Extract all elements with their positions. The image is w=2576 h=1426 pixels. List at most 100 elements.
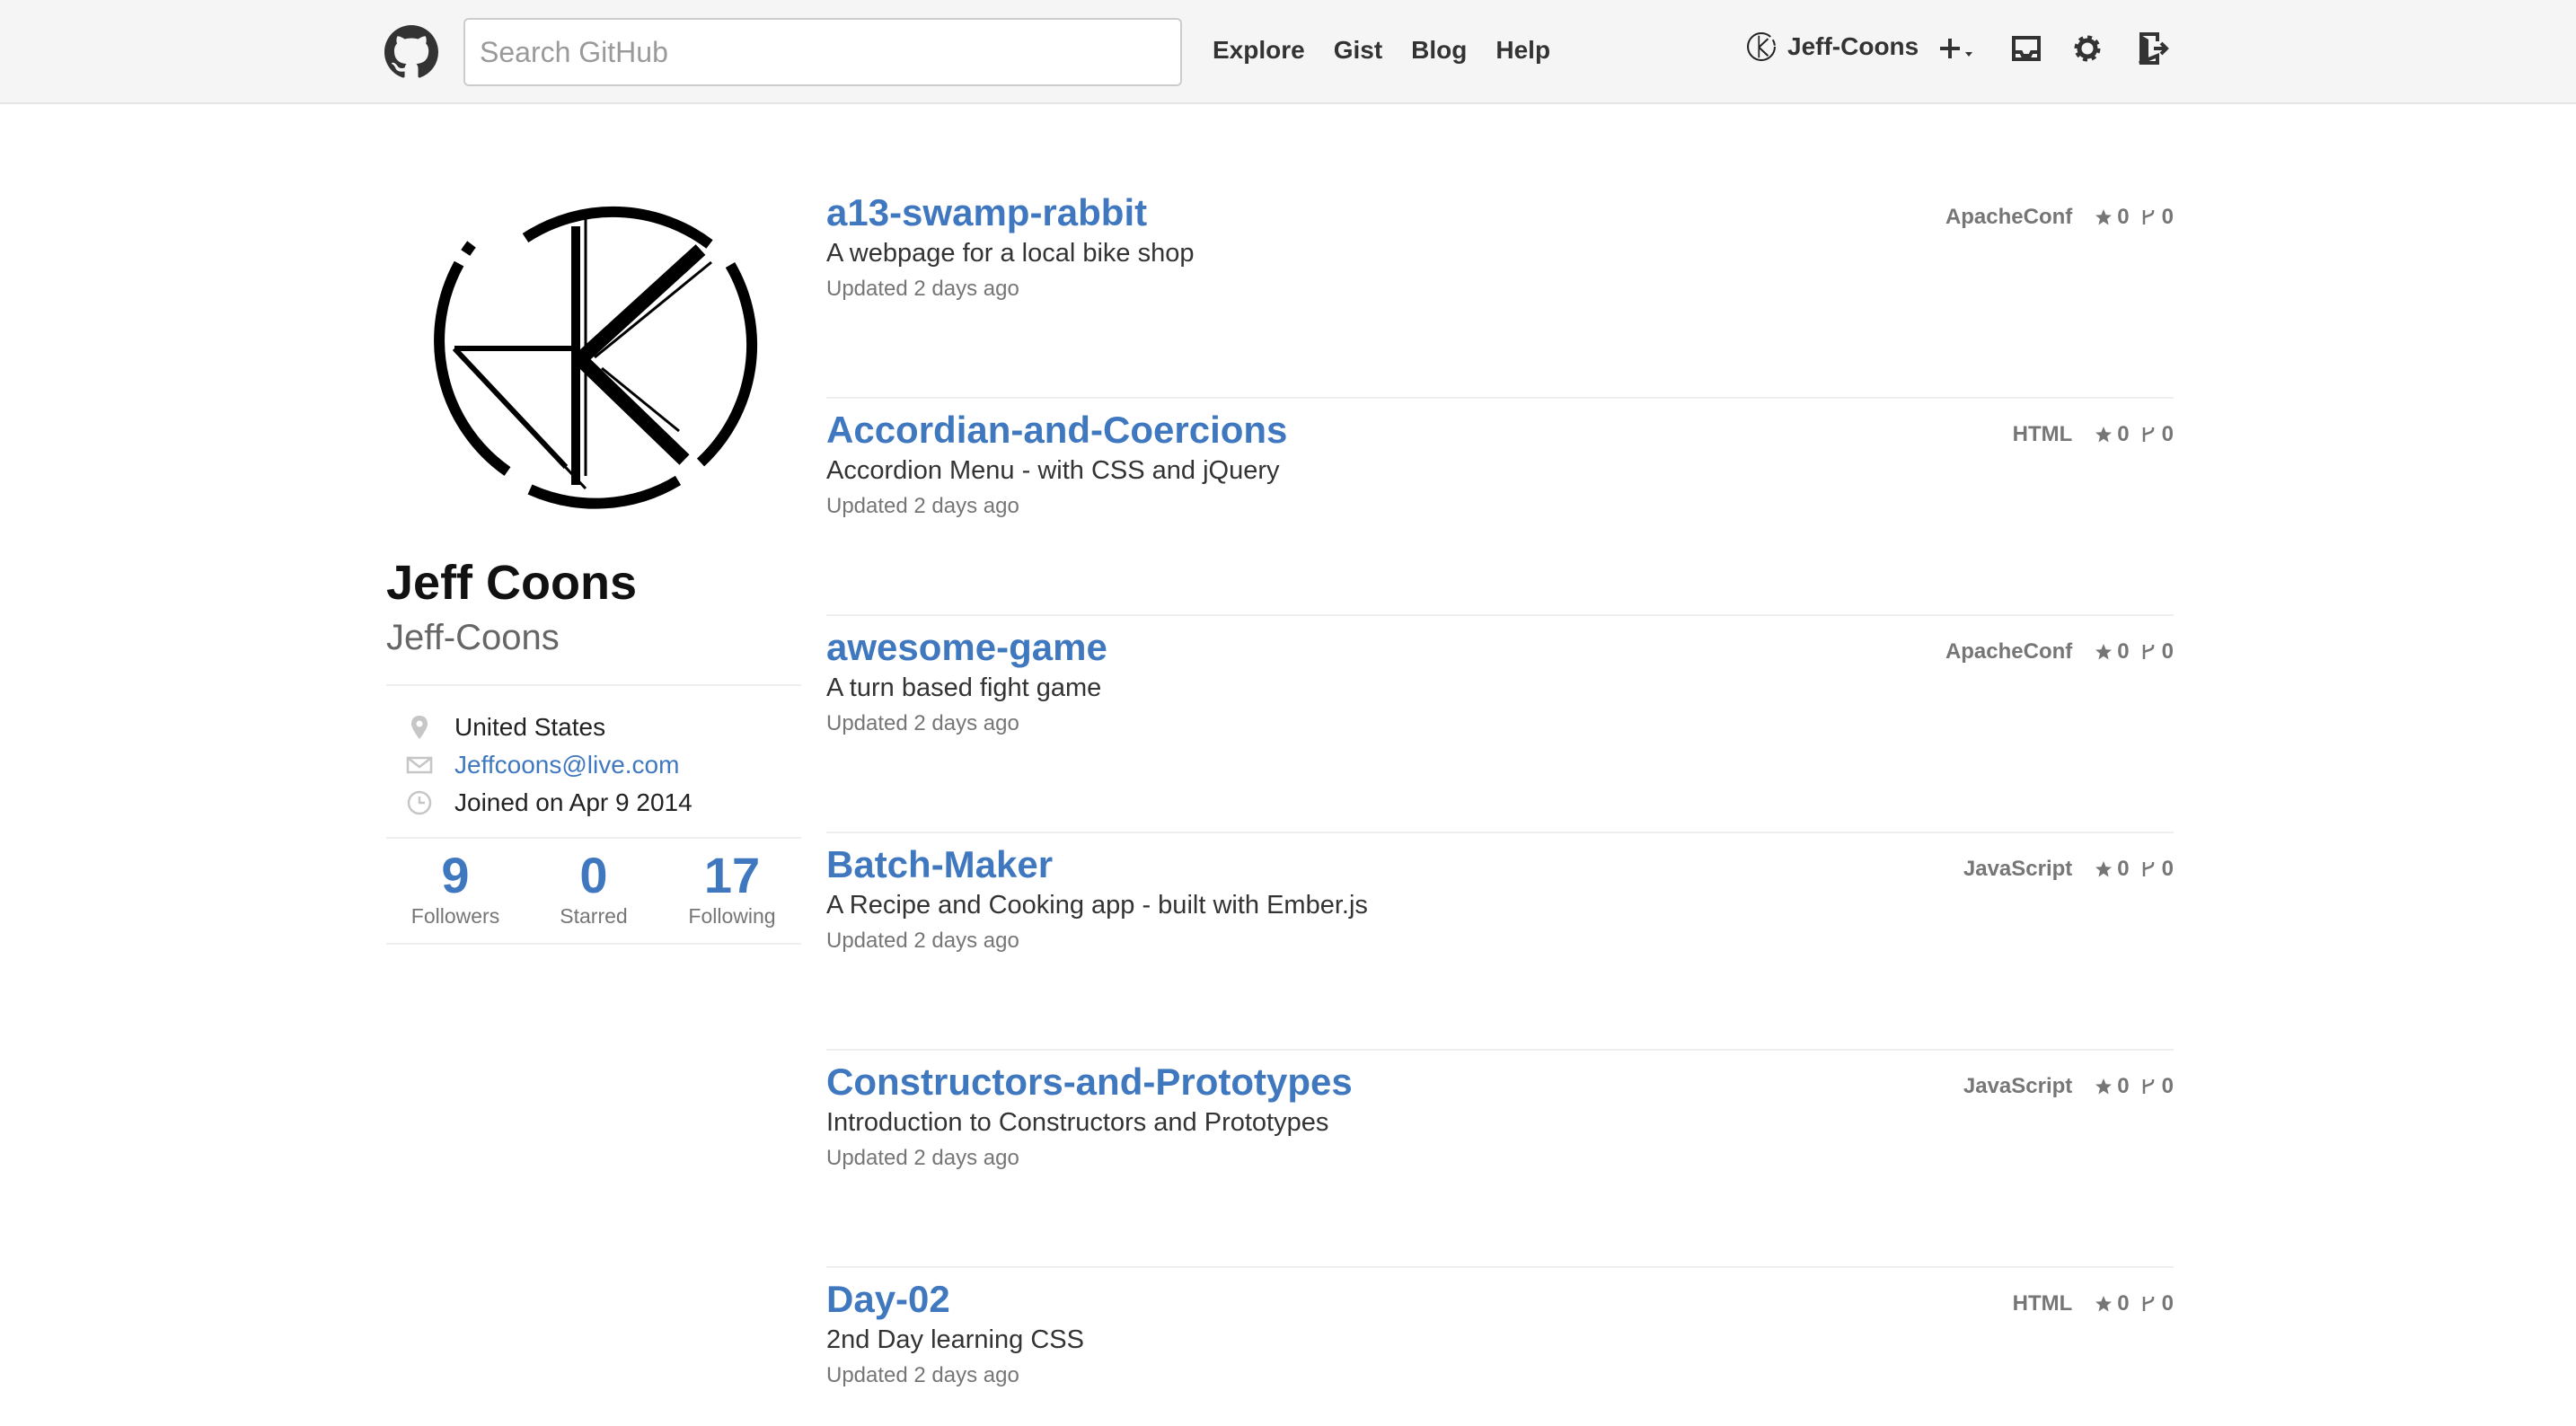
fork-icon[interactable] [2139,1077,2158,1096]
repo-item: Batch-Maker A Recipe and Cooking app - b… [826,833,2174,1051]
mail-icon [406,756,433,774]
star-count: 0 [2117,422,2130,446]
location-text: United States [454,713,606,741]
fork-count: 0 [2161,1074,2174,1098]
repo-name-link[interactable]: awesome-game [826,625,1107,670]
fork-count: 0 [2161,857,2174,881]
profile-stats: 9 Followers 0 Starred 17 Following [386,848,801,937]
star-count: 0 [2117,857,2130,881]
repo-language: JavaScript [1963,1074,2073,1098]
sign-out-icon[interactable] [2132,29,2172,68]
fork-icon[interactable] [2139,425,2158,445]
repo-description: A turn based fight game [826,673,1102,702]
repo-stats: JavaScript 0 0 [1963,853,2174,885]
location-icon [411,716,428,739]
repo-updated: Updated 2 days ago [826,1146,1019,1170]
stat-value: 9 [441,847,470,903]
repo-stats: JavaScript 0 0 [1963,1070,2174,1103]
star-icon[interactable] [2094,859,2113,879]
repo-updated: Updated 2 days ago [826,277,1019,301]
repo-description: Accordion Menu - with CSS and jQuery [826,456,1280,485]
profile-fullname: Jeff Coons [386,556,638,610]
fork-icon[interactable] [2139,207,2158,227]
search-input[interactable] [463,18,1182,86]
divider [386,684,801,686]
gear-icon[interactable] [2068,29,2107,68]
star-icon[interactable] [2094,425,2113,445]
fork-icon[interactable] [2139,859,2158,879]
nav-gist[interactable]: Gist [1334,32,1382,68]
repo-stats: HTML 0 0 [2013,418,2174,451]
repo-description: A webpage for a local bike shop [826,239,1195,268]
stat-starred[interactable]: 0 Starred [525,848,663,937]
repo-name-link[interactable]: Constructors-and-Prototypes [826,1060,1353,1105]
nav-help[interactable]: Help [1495,32,1550,68]
stat-label: Following [688,904,776,928]
repo-language: JavaScript [1963,857,2073,881]
star-count: 0 [2117,1291,2130,1316]
star-icon[interactable] [2094,207,2113,227]
plus-icon[interactable] [1936,29,1980,68]
repo-language: ApacheConf [1945,205,2073,229]
main-nav: Explore Gist Blog Help [1213,32,1579,68]
fork-icon[interactable] [2139,642,2158,662]
stat-value: 17 [703,847,761,903]
stat-label: Starred [560,904,628,928]
stat-followers[interactable]: 9 Followers [386,848,525,937]
top-header: Explore Gist Blog Help Jeff-Coons [0,0,2576,104]
repo-updated: Updated 2 days ago [826,711,1019,735]
fork-count: 0 [2161,639,2174,664]
repo-language: ApacheConf [1945,639,2073,664]
star-icon[interactable] [2094,1294,2113,1314]
profile-avatar [434,206,758,509]
repo-stats: ApacheConf 0 0 [1945,636,2174,668]
repo-updated: Updated 2 days ago [826,494,1019,518]
repo-item: awesome-game A turn based fight game Upd… [826,616,2174,833]
repo-item: a13-swamp-rabbit A webpage for a local b… [826,181,2174,399]
location-row: United States [406,709,605,745]
nav-explore[interactable]: Explore [1213,32,1305,68]
star-icon[interactable] [2094,642,2113,662]
avatar-mini [1747,32,1776,61]
repo-item: Accordian-and-Coercions Accordion Menu -… [826,399,2174,616]
header-username: Jeff-Coons [1787,32,1919,60]
joined-row: Joined on Apr 9 2014 [406,785,693,821]
octocat-icon[interactable] [384,25,438,79]
repo-language: HTML [2012,1291,2073,1316]
fork-count: 0 [2161,205,2174,229]
user-menu-link[interactable]: Jeff-Coons [1746,29,1919,65]
email-row: Jeffcoons@live.com [406,747,679,783]
repo-item: Constructors-and-Prototypes Introduction… [826,1051,2174,1268]
repo-updated: Updated 2 days ago [826,1363,1019,1387]
fork-icon[interactable] [2139,1294,2158,1314]
repo-language: HTML [2012,422,2073,446]
repo-name-link[interactable]: Batch-Maker [826,842,1053,887]
star-count: 0 [2117,1074,2130,1098]
repo-description: Introduction to Constructors and Prototy… [826,1108,1329,1137]
fork-count: 0 [2161,1291,2174,1316]
repo-name-link[interactable]: a13-swamp-rabbit [826,190,1147,235]
star-icon[interactable] [2094,1077,2113,1096]
repo-item: Day-02 2nd Day learning CSS Updated 2 da… [826,1268,2174,1426]
repo-description: A Recipe and Cooking app - built with Em… [826,891,1368,920]
stat-value: 0 [579,847,608,903]
stat-following[interactable]: 17 Following [663,848,801,937]
nav-blog[interactable]: Blog [1411,32,1467,68]
stat-label: Followers [410,904,500,928]
clock-icon [407,790,432,815]
repo-name-link[interactable]: Accordian-and-Coercions [826,408,1287,453]
repo-name-link[interactable]: Day-02 [826,1277,950,1322]
star-count: 0 [2117,205,2130,229]
star-count: 0 [2117,639,2130,664]
inbox-icon[interactable] [2007,29,2046,68]
fork-count: 0 [2161,422,2174,446]
divider [386,943,801,945]
divider [386,837,801,839]
joined-text: Joined on Apr 9 2014 [454,788,693,816]
email-link[interactable]: Jeffcoons@live.com [454,751,679,779]
repo-stats: ApacheConf 0 0 [1945,201,2174,233]
repo-description: 2nd Day learning CSS [826,1325,1084,1354]
repo-updated: Updated 2 days ago [826,929,1019,953]
profile-username: Jeff-Coons [386,618,560,657]
repo-stats: HTML 0 0 [2013,1288,2174,1320]
